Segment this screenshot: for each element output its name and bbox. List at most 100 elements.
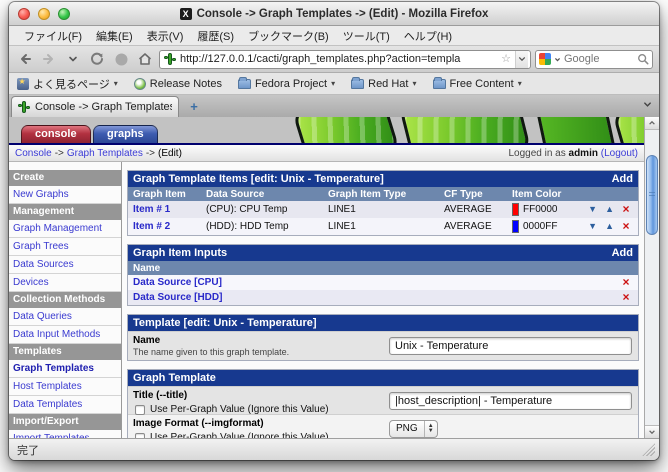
template-name-input[interactable]: [389, 337, 632, 355]
url-input[interactable]: [180, 53, 497, 65]
menu-edit[interactable]: 編集(E): [89, 28, 140, 44]
sidebar-header-management: Management: [9, 204, 121, 220]
cacti-tab-console[interactable]: console: [21, 125, 91, 143]
bookmark-folder-red-hat[interactable]: Red Hat ▾: [351, 78, 416, 90]
url-history-dropdown-icon[interactable]: [515, 51, 528, 68]
menu-view[interactable]: 表示(V): [140, 28, 191, 44]
move-up-icon[interactable]: ▲: [605, 205, 614, 214]
template-title-bar: Template [edit: Unix - Temperature]: [128, 315, 638, 331]
add-input-link[interactable]: Add: [612, 247, 633, 259]
menu-file[interactable]: ファイル(F): [17, 28, 89, 44]
zoom-window-button[interactable]: [58, 8, 70, 20]
delete-input-icon[interactable]: ×: [622, 290, 629, 304]
delete-input-icon[interactable]: ×: [622, 275, 629, 289]
sidebar-item-data-templates[interactable]: Data Templates: [9, 396, 121, 414]
sidebar-item-graph-templates[interactable]: Graph Templates: [9, 360, 121, 378]
scroll-down-icon[interactable]: [645, 425, 659, 438]
table-row: Item # 1 (CPU): CPU Temp LINE1 AVERAGE F…: [128, 201, 638, 218]
move-up-icon[interactable]: ▲: [605, 222, 614, 231]
image-format-select[interactable]: PNG ▲▼: [389, 420, 438, 438]
sidebar-header-templates: Templates: [9, 344, 121, 360]
browser-tab-active[interactable]: Console -> Graph Templates -...: [11, 96, 179, 117]
sidebar-header-create: Create: [9, 170, 121, 186]
breadcrumb-link-graph-templates[interactable]: Graph Templates: [67, 148, 143, 159]
graph-template-title-bar: Graph Template: [128, 370, 638, 386]
inputs-column-headers: Name: [128, 261, 638, 275]
sidebar-item-devices[interactable]: Devices: [9, 274, 121, 292]
sidebar-header-import-export: Import/Export: [9, 414, 121, 430]
scrollbar-thumb[interactable]: [646, 155, 658, 235]
resize-grip[interactable]: [642, 443, 655, 456]
delete-item-icon[interactable]: ×: [622, 202, 629, 216]
graph-item-inputs-table: Graph Item Inputs Add Name Data Source […: [127, 244, 639, 306]
release-notes-icon: [134, 78, 146, 90]
scroll-up-icon[interactable]: [645, 117, 659, 130]
breadcrumb-link-console[interactable]: Console: [15, 148, 52, 159]
chevron-down-icon: ▾: [412, 79, 416, 88]
menu-tools[interactable]: ツール(T): [336, 28, 397, 44]
cacti-banner: console graphs: [9, 117, 644, 145]
use-per-graph-checkbox[interactable]: [135, 405, 145, 415]
bookmark-release-notes[interactable]: Release Notes: [134, 78, 222, 90]
input-link[interactable]: Data Source [HDD]: [133, 292, 222, 303]
list-all-tabs-icon[interactable]: [642, 96, 653, 114]
data-source-cell: (HDD): HDD Temp: [206, 221, 328, 232]
menu-history[interactable]: 履歴(S): [190, 28, 241, 44]
sidebar-item-data-input-methods[interactable]: Data Input Methods: [9, 326, 121, 344]
checkbox-label: Use Per-Graph Value (Ignore this Value): [150, 404, 329, 415]
menu-bookmarks[interactable]: ブックマーク(B): [241, 28, 336, 44]
minimize-window-button[interactable]: [38, 8, 50, 20]
breadcrumb-bar: Console->Graph Templates->(Edit) Logged …: [9, 145, 644, 162]
forward-button[interactable]: [39, 49, 59, 69]
sidebar-item-host-templates[interactable]: Host Templates: [9, 378, 121, 396]
close-window-button[interactable]: [18, 8, 30, 20]
url-bar[interactable]: ☆: [159, 50, 531, 69]
table-row: Item # 2 (HDD): HDD Temp LINE1 AVERAGE 0…: [128, 218, 638, 235]
search-input[interactable]: [564, 53, 634, 65]
sidebar-item-import-templates[interactable]: Import Templates: [9, 430, 121, 438]
table-row: Data Source [HDD] ×: [128, 290, 638, 305]
sidebar-item-graph-management[interactable]: Graph Management: [9, 220, 121, 238]
main-content: Graph Template Items [edit: Unix - Tempe…: [122, 162, 644, 438]
graph-title-input[interactable]: [389, 392, 632, 410]
select-value: PNG: [390, 423, 424, 434]
bookmark-label: Red Hat: [368, 78, 408, 90]
bookmark-folder-fedora-project[interactable]: Fedora Project ▾: [238, 78, 335, 90]
bookmark-star-icon[interactable]: ☆: [501, 54, 511, 65]
bookmark-folder-free-content[interactable]: Free Content ▾: [433, 78, 522, 90]
search-engine-dropdown-icon[interactable]: [554, 56, 561, 63]
reload-button[interactable]: [87, 49, 107, 69]
page-scrollbar[interactable]: [644, 117, 659, 438]
menu-bar: ファイル(F) 編集(E) 表示(V) 履歴(S) ブックマーク(B) ツール(…: [9, 26, 659, 46]
sidebar-item-new-graphs[interactable]: New Graphs: [9, 186, 121, 204]
form-row-title: Title (--title) Use Per-Graph Value (Ign…: [128, 386, 638, 414]
sidebar-item-graph-trees[interactable]: Graph Trees: [9, 238, 121, 256]
logout-link[interactable]: (Logout): [598, 148, 638, 159]
sidebar-item-data-queries[interactable]: Data Queries: [9, 308, 121, 326]
add-graph-item-link[interactable]: Add: [612, 173, 633, 185]
graph-item-link[interactable]: Item # 1: [133, 204, 170, 215]
move-down-icon[interactable]: ▼: [588, 222, 597, 231]
folder-icon: [238, 79, 251, 89]
graph-item-link[interactable]: Item # 2: [133, 221, 170, 232]
stop-button[interactable]: [111, 49, 131, 69]
delete-item-icon[interactable]: ×: [622, 219, 629, 233]
move-down-icon[interactable]: ▼: [588, 205, 597, 214]
cacti-logo-art: [314, 117, 644, 143]
input-link[interactable]: Data Source [CPU]: [133, 277, 222, 288]
back-button[interactable]: [15, 49, 35, 69]
menu-help[interactable]: ヘルプ(H): [397, 28, 459, 44]
cacti-tab-graphs[interactable]: graphs: [93, 125, 158, 143]
page-favicon-icon: X: [180, 8, 192, 20]
new-tab-button[interactable]: +: [183, 98, 205, 116]
cacti-body: Create New Graphs Management Graph Manag…: [9, 162, 644, 438]
bookmark-frequent-pages[interactable]: よく見るページ ▾: [17, 76, 118, 92]
search-box[interactable]: [535, 50, 653, 69]
sidebar-item-data-sources[interactable]: Data Sources: [9, 256, 121, 274]
back-forward-dropdown-icon[interactable]: [63, 49, 83, 69]
search-magnifier-icon[interactable]: [637, 53, 649, 65]
data-source-cell: (CPU): CPU Temp: [206, 204, 328, 215]
cf-type-cell: AVERAGE: [444, 204, 512, 215]
status-bar: 完了: [9, 438, 659, 460]
home-button[interactable]: [135, 49, 155, 69]
